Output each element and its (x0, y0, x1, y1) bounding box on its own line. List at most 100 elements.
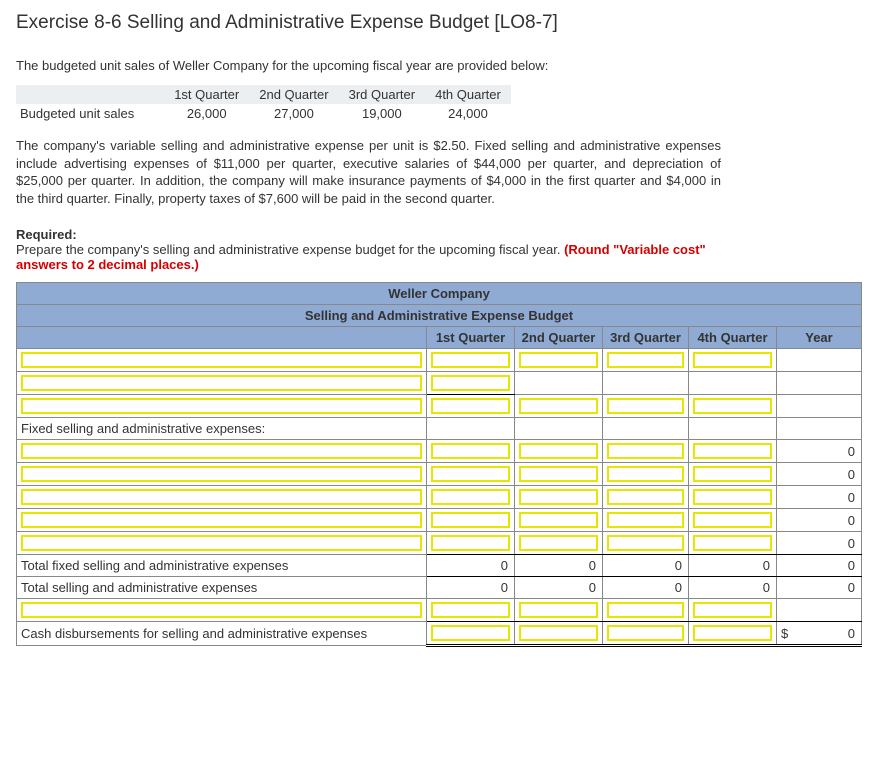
value-input[interactable] (607, 398, 684, 414)
col-header: 3rd Quarter (339, 85, 425, 104)
value-input[interactable] (431, 398, 510, 414)
value-input[interactable] (607, 443, 684, 459)
total-fixed-value: 0 (515, 555, 603, 577)
value-input[interactable] (431, 625, 510, 641)
sales-value: 26,000 (164, 104, 249, 123)
input-row (17, 395, 862, 418)
total-fixed-value: 0 (689, 555, 777, 577)
total-fixed-row: Total fixed selling and administrative e… (17, 555, 862, 577)
row-label: Budgeted unit sales (16, 104, 164, 123)
year-total: 0 (777, 440, 862, 463)
value-input[interactable] (693, 489, 772, 505)
cash-disb-row: Cash disbursements for selling and admin… (17, 622, 862, 646)
value-input[interactable] (519, 602, 598, 618)
total-sa-value: 0 (689, 577, 777, 599)
total-sa-value: 0 (603, 577, 689, 599)
value-input[interactable] (607, 625, 684, 641)
total-sa-value: 0 (427, 577, 515, 599)
col-header: 1st Quarter (164, 85, 249, 104)
value-input[interactable] (607, 352, 684, 368)
value-input[interactable] (519, 625, 598, 641)
value-input[interactable] (693, 398, 772, 414)
value-input[interactable] (693, 512, 772, 528)
page-title: Exercise 8-6 Selling and Administrative … (16, 12, 863, 34)
value-input[interactable] (607, 602, 684, 618)
cash-disb-label: Cash disbursements for selling and admin… (17, 622, 427, 646)
year-total: 0 (777, 463, 862, 486)
value-input[interactable] (693, 535, 772, 551)
value-input[interactable] (431, 535, 510, 551)
value-input[interactable] (693, 602, 772, 618)
sales-value: 27,000 (249, 104, 338, 123)
sales-value: 24,000 (425, 104, 511, 123)
value-input[interactable] (431, 489, 510, 505)
col-header: 4th Quarter (425, 85, 511, 104)
label-input[interactable] (21, 602, 422, 618)
deduction-row (17, 599, 862, 622)
budget-subtitle: Selling and Administrative Expense Budge… (17, 305, 862, 327)
value-input[interactable] (431, 512, 510, 528)
sales-value: 19,000 (339, 104, 425, 123)
col-header: 2nd Quarter (249, 85, 338, 104)
total-sa-value: 0 (777, 577, 862, 599)
input-row (17, 372, 862, 395)
value-input[interactable] (519, 489, 598, 505)
total-sa-value: 0 (515, 577, 603, 599)
value-input[interactable] (431, 602, 510, 618)
col-q2: 2nd Quarter (515, 327, 603, 349)
fixed-expense-row: 0 (17, 440, 862, 463)
value-input[interactable] (519, 512, 598, 528)
fixed-expense-row: 0 (17, 486, 862, 509)
col-year: Year (777, 327, 862, 349)
label-input[interactable] (21, 398, 422, 414)
label-input[interactable] (21, 535, 422, 551)
fixed-expenses-header: Fixed selling and administrative expense… (17, 418, 427, 440)
value-input[interactable] (519, 398, 598, 414)
value-input[interactable] (431, 443, 510, 459)
total-sa-label: Total selling and administrative expense… (17, 577, 427, 599)
total-fixed-label: Total fixed selling and administrative e… (17, 555, 427, 577)
label-input[interactable] (21, 466, 422, 482)
value-input[interactable] (693, 466, 772, 482)
value-input[interactable] (519, 443, 598, 459)
label-input[interactable] (21, 512, 422, 528)
value-input[interactable] (431, 375, 510, 391)
value-input[interactable] (519, 535, 598, 551)
required-text: Prepare the company's selling and admini… (16, 242, 564, 257)
label-input[interactable] (21, 489, 422, 505)
value-input[interactable] (693, 443, 772, 459)
budget-worksheet: Weller Company Selling and Administrativ… (16, 282, 862, 647)
col-q4: 4th Quarter (689, 327, 777, 349)
input-row (17, 349, 862, 372)
label-input[interactable] (21, 375, 422, 391)
col-q1: 1st Quarter (427, 327, 515, 349)
value-input[interactable] (607, 512, 684, 528)
label-input[interactable] (21, 352, 422, 368)
year-total: 0 (777, 486, 862, 509)
required-label: Required: (16, 227, 77, 242)
label-input[interactable] (21, 443, 422, 459)
value-input[interactable] (431, 466, 510, 482)
col-q3: 3rd Quarter (603, 327, 689, 349)
value-input[interactable] (519, 466, 598, 482)
value-input[interactable] (693, 352, 772, 368)
value-input[interactable] (607, 489, 684, 505)
total-sa-row: Total selling and administrative expense… (17, 577, 862, 599)
cash-disb-year: $0 (777, 622, 862, 646)
year-total: 0 (777, 509, 862, 532)
fixed-expense-row: 0 (17, 509, 862, 532)
value-input[interactable] (693, 625, 772, 641)
intro-text: The budgeted unit sales of Weller Compan… (16, 58, 863, 73)
problem-description: The company's variable selling and admin… (16, 137, 721, 207)
fixed-expense-row: 0 (17, 532, 862, 555)
total-fixed-value: 0 (777, 555, 862, 577)
value-input[interactable] (431, 352, 510, 368)
company-header: Weller Company (17, 283, 862, 305)
value-input[interactable] (607, 466, 684, 482)
value-input[interactable] (519, 352, 598, 368)
year-total: 0 (777, 532, 862, 555)
total-fixed-value: 0 (427, 555, 515, 577)
unit-sales-table: 1st Quarter 2nd Quarter 3rd Quarter 4th … (16, 85, 511, 123)
value-input[interactable] (607, 535, 684, 551)
fixed-expense-row: 0 (17, 463, 862, 486)
